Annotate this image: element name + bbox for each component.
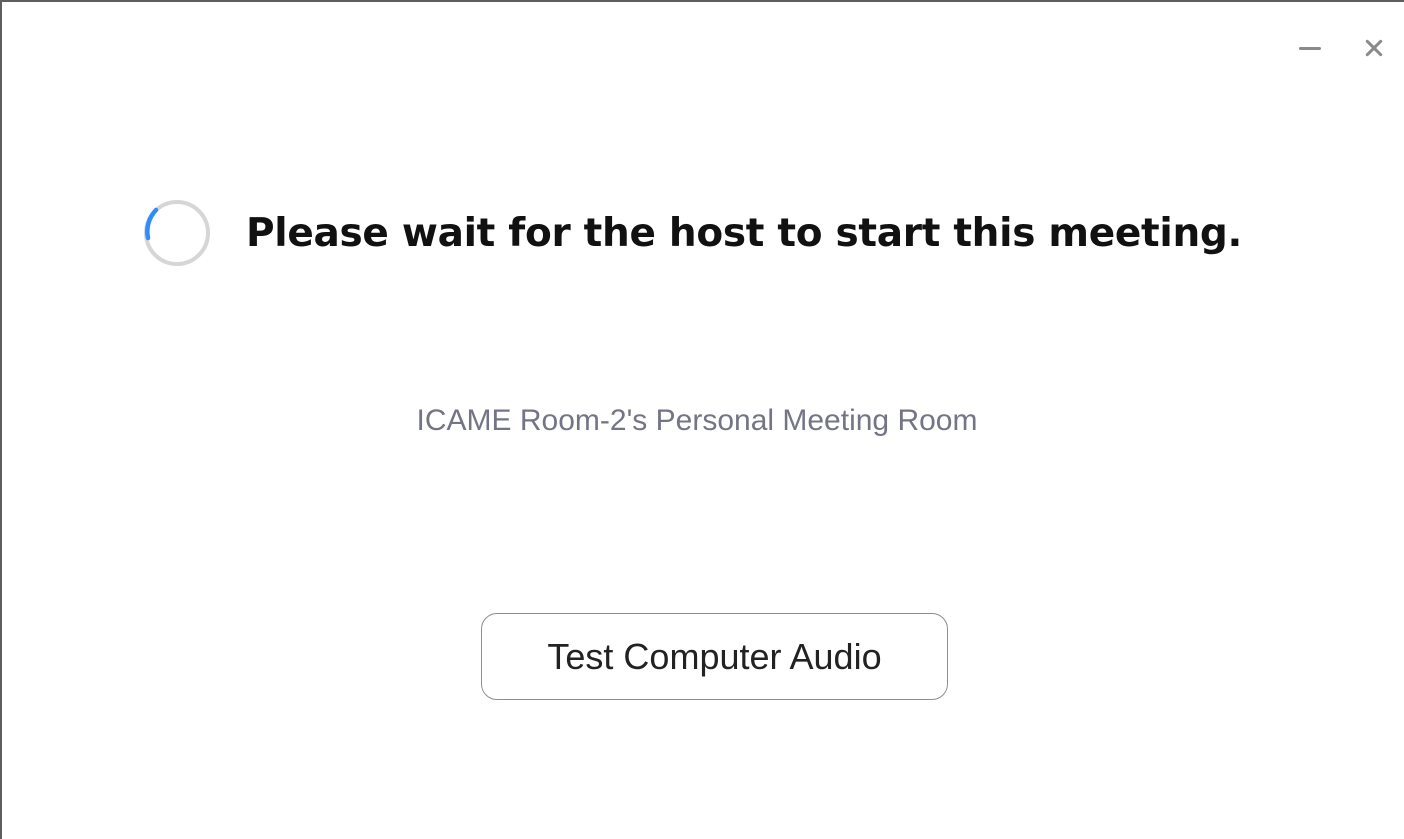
wait-status: Please wait for the host to start this m…: [142, 198, 1242, 268]
minimize-icon: [1299, 46, 1321, 50]
window-controls: [1296, 34, 1388, 62]
loading-spinner-icon: [144, 200, 210, 266]
minimize-button[interactable]: [1296, 34, 1324, 62]
meeting-room-name: ICAME Room-2's Personal Meeting Room: [416, 404, 978, 437]
test-computer-audio-button[interactable]: Test Computer Audio: [481, 613, 948, 700]
close-icon: [1364, 38, 1384, 58]
wait-message: Please wait for the host to start this m…: [246, 210, 1243, 256]
meeting-wait-window: Please wait for the host to start this m…: [0, 0, 1404, 839]
close-button[interactable]: [1360, 34, 1388, 62]
